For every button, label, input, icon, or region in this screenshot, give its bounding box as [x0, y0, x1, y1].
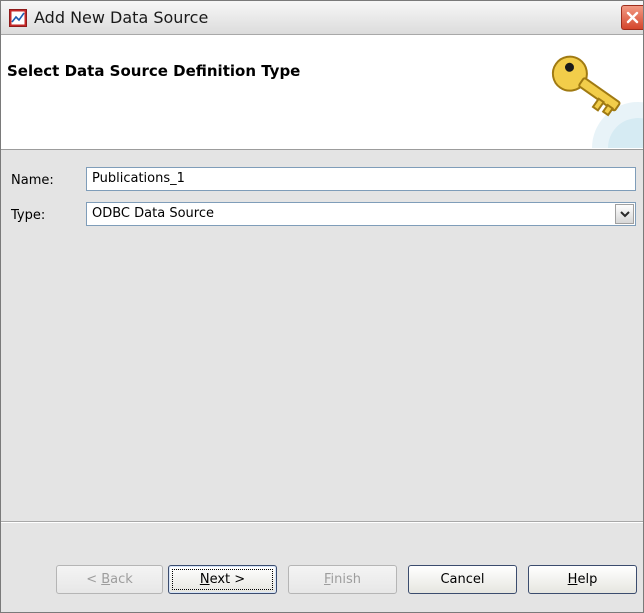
chevron-down-icon — [620, 211, 630, 218]
back-button[interactable]: < Back — [56, 565, 163, 594]
button-divider — [1, 521, 643, 523]
title-bar[interactable]: Add New Data Source — [1, 1, 643, 35]
type-label: Type: — [11, 208, 46, 223]
back-button-mnemonic: B — [101, 572, 111, 587]
help-button-mnemonic: H — [567, 572, 578, 587]
help-button-label: elp — [577, 572, 598, 587]
cancel-button[interactable]: Cancel — [408, 565, 517, 594]
type-dropdown-button[interactable] — [615, 204, 634, 224]
back-button-prefix: < — [86, 572, 102, 587]
help-button[interactable]: Help — [528, 565, 637, 594]
finish-button[interactable]: Finish — [288, 565, 397, 594]
focus-rectangle — [172, 569, 273, 590]
window-title: Add New Data Source — [34, 8, 209, 27]
type-select-value: ODBC Data Source — [92, 206, 214, 221]
add-data-source-dialog: Add New Data Source Select Data Source D… — [0, 0, 644, 613]
close-icon — [626, 11, 639, 24]
chart-app-icon — [9, 9, 27, 27]
page-title: Select Data Source Definition Type — [7, 62, 301, 80]
type-select[interactable]: ODBC Data Source — [86, 202, 636, 226]
close-button[interactable] — [621, 5, 643, 30]
next-button[interactable]: Next > — [168, 565, 277, 594]
name-field[interactable]: Publications_1 — [86, 167, 636, 191]
cancel-button-label: Cancel — [440, 572, 485, 587]
key-icon — [551, 55, 643, 148]
name-label: Name: — [11, 173, 54, 188]
finish-button-label: inish — [330, 572, 362, 587]
wizard-header: Select Data Source Definition Type — [1, 35, 643, 150]
back-button-label: ack — [110, 572, 133, 587]
